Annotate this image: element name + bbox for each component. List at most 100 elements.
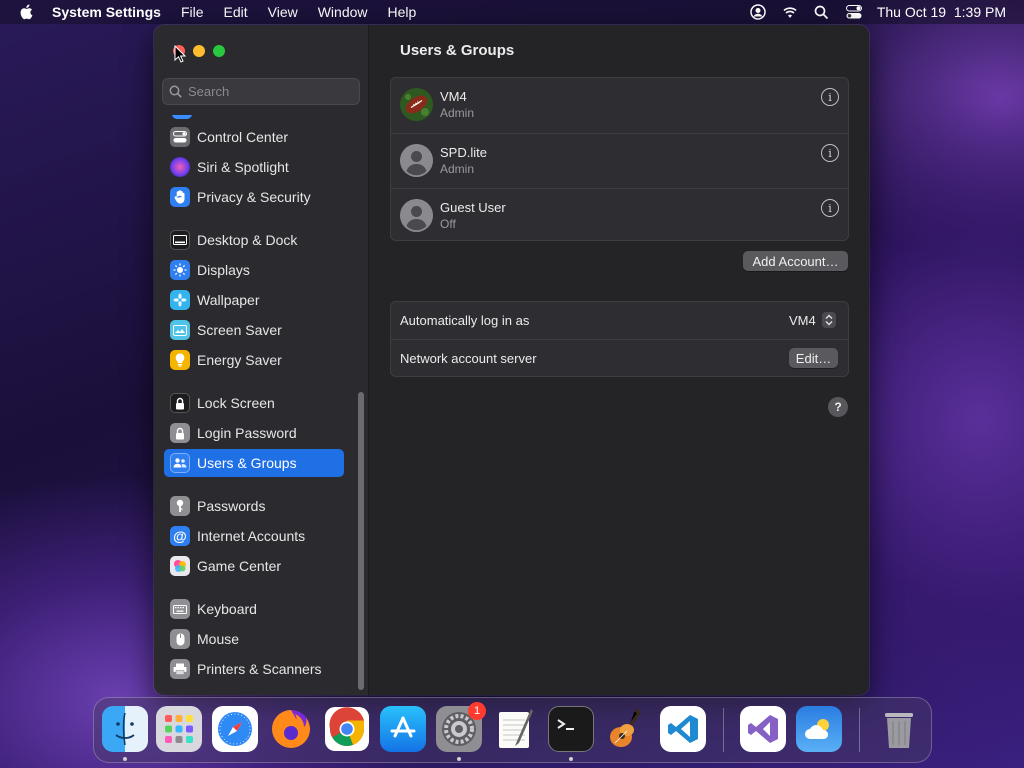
sidebar-item-keyboard[interactable]: Keyboard bbox=[164, 595, 344, 623]
sidebar-item-label: Wallpaper bbox=[197, 292, 260, 308]
control-center-icon bbox=[170, 127, 190, 147]
at-icon: @ bbox=[170, 526, 190, 546]
dock-safari-icon[interactable] bbox=[212, 706, 258, 752]
dock-finder-icon[interactable] bbox=[102, 706, 148, 752]
sidebar-scrollbar[interactable] bbox=[358, 392, 364, 690]
sidebar-item-lock-screen[interactable]: Lock Screen bbox=[164, 389, 344, 417]
menu-help[interactable]: Help bbox=[378, 4, 427, 20]
user-name: Guest User bbox=[440, 200, 506, 215]
help-button[interactable]: ? bbox=[828, 397, 848, 417]
sidebar-item-label: Siri & Spotlight bbox=[197, 159, 289, 175]
minimize-window-button[interactable] bbox=[193, 45, 205, 57]
dock-garageband-icon[interactable] bbox=[604, 706, 650, 752]
menu-clock[interactable]: Thu Oct 19 1:39 PM bbox=[877, 4, 1006, 20]
menu-edit[interactable]: Edit bbox=[214, 4, 258, 20]
dock-weather-icon[interactable] bbox=[796, 706, 842, 752]
mouse-cursor-icon bbox=[174, 45, 186, 63]
sidebar-item-energy-saver[interactable]: Energy Saver bbox=[164, 346, 344, 374]
game-center-icon bbox=[170, 556, 190, 576]
sidebar-item-desktop-dock[interactable]: Desktop & Dock bbox=[164, 226, 344, 254]
sidebar-item-wallpaper[interactable]: Wallpaper bbox=[164, 286, 344, 314]
sidebar-item-label: Energy Saver bbox=[197, 352, 282, 368]
search-input[interactable] bbox=[188, 84, 348, 99]
sidebar-item-printers-scanners[interactable]: Printers & Scanners bbox=[164, 655, 344, 683]
dock-separator bbox=[859, 708, 860, 752]
dock-vscode-icon[interactable] bbox=[660, 706, 706, 752]
spotlight-search-icon[interactable] bbox=[813, 4, 831, 20]
dock-firefox-icon[interactable] bbox=[268, 706, 314, 752]
search-field[interactable] bbox=[162, 78, 360, 105]
sidebar-item-displays[interactable]: Displays bbox=[164, 256, 344, 284]
auto-login-popup[interactable]: VM4 bbox=[789, 312, 836, 328]
info-icon[interactable]: i bbox=[821, 199, 839, 217]
auto-login-label: Automatically log in as bbox=[400, 313, 530, 328]
auto-login-row: Automatically log in as VM4 bbox=[391, 302, 848, 339]
control-center-toggle-icon[interactable] bbox=[845, 4, 863, 20]
user-row-guest-user[interactable]: Guest User Off i bbox=[391, 188, 848, 243]
main-pane: Users & Groups VM4 Admin i SPD.lite Admi… bbox=[369, 25, 869, 695]
sidebar-item-login-password[interactable]: Login Password bbox=[164, 419, 344, 447]
printer-icon bbox=[170, 659, 190, 679]
dock-terminal-icon[interactable] bbox=[548, 706, 594, 752]
sidebar-item-label: Mouse bbox=[197, 631, 240, 647]
dock-app-store-icon[interactable] bbox=[380, 706, 426, 752]
menu-bar: System Settings File Edit View Window He… bbox=[0, 0, 1024, 24]
user-row-spd-lite[interactable]: SPD.lite Admin i bbox=[391, 133, 848, 188]
dock-launchpad-icon[interactable] bbox=[156, 706, 202, 752]
zoom-window-button[interactable] bbox=[213, 45, 225, 57]
user-account-icon[interactable] bbox=[749, 4, 767, 20]
sidebar-item-label: Control Center bbox=[197, 129, 289, 145]
user-role: Off bbox=[440, 217, 456, 231]
siri-icon bbox=[170, 157, 190, 177]
search-icon bbox=[169, 85, 182, 98]
dock-visual-studio-icon[interactable] bbox=[740, 706, 786, 752]
sidebar-item-label: Lock Screen bbox=[197, 395, 275, 411]
sidebar-item-label: Privacy & Security bbox=[197, 189, 311, 205]
sidebar-list: Control Center Siri & Spotlight Privacy … bbox=[154, 115, 369, 695]
sidebar-item-mouse[interactable]: Mouse bbox=[164, 625, 344, 653]
menu-view[interactable]: View bbox=[258, 4, 308, 20]
running-indicator bbox=[457, 757, 461, 761]
info-icon[interactable]: i bbox=[821, 144, 839, 162]
network-server-row: Network account server Edit… bbox=[391, 339, 848, 376]
menu-window[interactable]: Window bbox=[308, 4, 378, 20]
info-icon[interactable]: i bbox=[821, 88, 839, 106]
sidebar-item-users-groups[interactable]: Users & Groups bbox=[164, 449, 344, 477]
app-name-menu[interactable]: System Settings bbox=[52, 4, 171, 20]
running-indicator bbox=[569, 757, 573, 761]
sidebar-item-control-center[interactable]: Control Center bbox=[164, 123, 344, 151]
dock-trash-icon[interactable] bbox=[876, 706, 922, 752]
user-name: VM4 bbox=[440, 89, 467, 104]
user-role: Admin bbox=[440, 162, 475, 176]
screen-saver-icon bbox=[170, 320, 190, 340]
generic-avatar-icon bbox=[400, 199, 433, 232]
edit-network-server-button[interactable]: Edit… bbox=[789, 348, 838, 368]
menu-file[interactable]: File bbox=[171, 4, 214, 20]
sidebar-item-internet-accounts[interactable]: @ Internet Accounts bbox=[164, 522, 344, 550]
running-indicator bbox=[123, 757, 127, 761]
page-title: Users & Groups bbox=[400, 42, 515, 59]
sidebar-item-game-center[interactable]: Game Center bbox=[164, 552, 344, 580]
mouse-icon bbox=[170, 629, 190, 649]
dock-textedit-icon[interactable] bbox=[492, 706, 538, 752]
sidebar-item-label: Users & Groups bbox=[197, 455, 297, 471]
sidebar-item-label: Login Password bbox=[197, 425, 297, 441]
wifi-icon[interactable] bbox=[781, 4, 799, 20]
sidebar-item-label: Internet Accounts bbox=[197, 528, 306, 544]
sidebar-item-screen-saver[interactable]: Screen Saver bbox=[164, 316, 344, 344]
dock-chrome-icon[interactable] bbox=[324, 706, 370, 752]
sidebar-item-label: Desktop & Dock bbox=[197, 232, 298, 248]
apple-menu-icon[interactable] bbox=[0, 4, 52, 20]
add-account-button[interactable]: Add Account… bbox=[743, 251, 848, 271]
bulb-icon bbox=[170, 350, 190, 370]
dock-system-settings-icon[interactable]: 1 bbox=[436, 702, 486, 752]
sidebar-item-label: Screen Saver bbox=[197, 322, 282, 338]
sidebar-item-privacy-security[interactable]: Privacy & Security bbox=[164, 183, 344, 211]
sidebar-item-label: Game Center bbox=[197, 558, 282, 574]
sidebar-item-label: Passwords bbox=[197, 498, 266, 514]
sidebar-item-passwords[interactable]: Passwords bbox=[164, 492, 344, 520]
sidebar-item-label: Keyboard bbox=[197, 601, 257, 617]
sidebar-item-siri-spotlight[interactable]: Siri & Spotlight bbox=[164, 153, 344, 181]
user-row-vm4[interactable]: VM4 Admin i bbox=[391, 78, 848, 133]
dock-icon bbox=[170, 230, 190, 250]
